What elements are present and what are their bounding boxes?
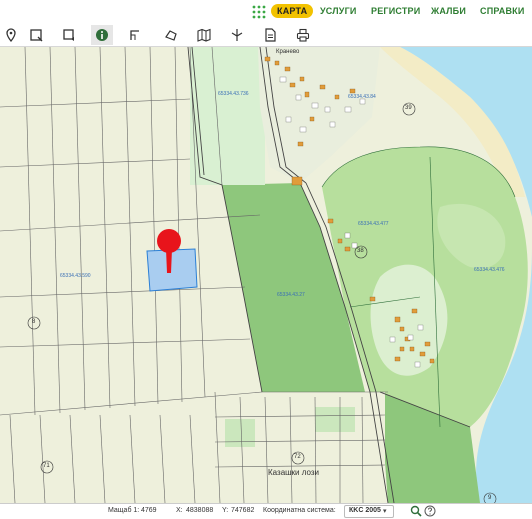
coordinate-system-select[interactable]: КKC 2005 ▾ [344, 505, 394, 518]
x-coord-label: X: [176, 507, 183, 514]
map-layers-icon [197, 28, 211, 42]
place-name-label: Казашки лози [268, 468, 319, 477]
document-tool[interactable] [259, 25, 281, 45]
map-number-label: 8 [32, 319, 36, 325]
top-navigation: КАРТА УСЛУГИ РЕГИСТРИ ЖАЛБИ СПРАВКИ [0, 0, 532, 24]
location-marker-icon[interactable] [154, 229, 184, 275]
map-layers-tool[interactable] [193, 25, 215, 45]
split-tool[interactable] [226, 25, 248, 45]
select-rectangle-icon [30, 29, 43, 42]
measure-angle-tool[interactable] [124, 25, 146, 45]
y-coord-value: 747682 [231, 507, 255, 514]
map-number-label: 9 [488, 495, 492, 501]
select-rectangle-tool[interactable] [25, 25, 47, 45]
measure-angle-icon [130, 30, 139, 40]
coordinate-system-label: Координатна система: [263, 507, 336, 514]
search-icon[interactable] [410, 505, 422, 517]
split-icon [231, 29, 243, 41]
parcel-id-label: 65334.43.84 [348, 94, 376, 100]
parcel-id-label: 65334.43.590 [60, 273, 91, 279]
map-number-label: 39 [405, 105, 412, 111]
coordinate-system-value: КKC 2005 [349, 507, 381, 514]
status-bar: Мащаб 1: 4769 X: 4838088 Y: 747682 Коорд… [0, 503, 532, 519]
map-number-label: 38 [357, 248, 364, 254]
help-icon[interactable] [424, 505, 436, 517]
x-coord-value: 4838088 [186, 507, 214, 514]
draw-polygon-icon [165, 30, 177, 41]
nav-complaints[interactable]: ЖАЛБИ [431, 6, 466, 16]
village-label: Кранево [276, 49, 300, 55]
location-pin-tool[interactable] [0, 25, 22, 45]
y-coord-label: Y: [222, 507, 229, 514]
nav-map[interactable]: КАРТА [271, 4, 314, 18]
parcel-id-label: 65334.43.27 [277, 292, 305, 298]
scale-value: 4769 [141, 507, 157, 514]
print-icon [296, 28, 310, 42]
cadastral-map[interactable]: 39 38 8 71 72 9 65334.43.736 65334.43.59… [0, 47, 532, 503]
draw-polygon-tool[interactable] [160, 25, 182, 45]
map-toolbar [0, 24, 532, 47]
info-tool[interactable] [91, 25, 113, 45]
nav-services[interactable]: УСЛУГИ [320, 6, 357, 16]
map-number-label: 72 [294, 454, 301, 460]
parcel-id-label: 65334.43.476 [474, 267, 505, 273]
location-pin-icon [6, 28, 16, 42]
parcel-id-label: 65334.43.736 [218, 91, 249, 97]
nav-registers[interactable]: РЕГИСТРИ [371, 6, 420, 16]
parcel-id-label: 65334.43.477 [358, 221, 389, 227]
print-tool[interactable] [292, 25, 314, 45]
select-area-icon [63, 29, 74, 41]
scale-label: Мащаб 1: [108, 507, 140, 514]
apps-grid-icon[interactable] [252, 5, 266, 19]
document-icon [265, 28, 276, 42]
select-area-tool[interactable] [58, 25, 80, 45]
map-number-label: 71 [43, 463, 50, 469]
nav-references[interactable]: СПРАВКИ [480, 6, 525, 16]
info-icon [96, 29, 108, 41]
chevron-down-icon: ▾ [383, 508, 387, 515]
